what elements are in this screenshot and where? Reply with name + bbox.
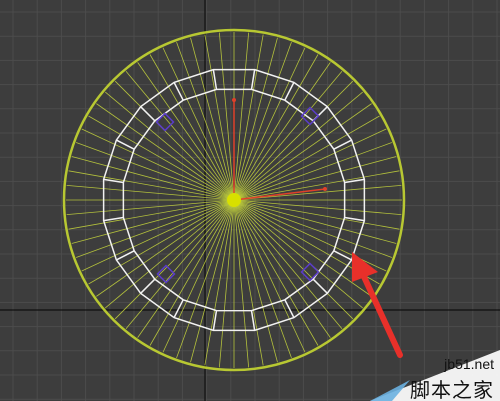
radial-spoke (66, 184, 235, 201)
radial-spoke (71, 156, 235, 201)
radial-spoke (162, 47, 235, 201)
radial-spoke (233, 128, 387, 201)
radial-spoke (66, 199, 235, 216)
radial-spoke (233, 32, 250, 201)
polygon-segment-edge (333, 139, 352, 150)
radial-spoke (233, 156, 397, 201)
polygon-segment-edge (140, 278, 156, 294)
vertex-marker[interactable] (155, 112, 175, 132)
viewport-canvas[interactable] (0, 0, 500, 401)
radial-spoke (233, 199, 387, 272)
radial-spoke (162, 199, 235, 353)
watermark-url: jb51.net (444, 356, 494, 372)
gizmo-y-handle[interactable] (232, 98, 236, 102)
watermark-name: 脚本之家 (410, 378, 494, 401)
radial-spoke (233, 37, 278, 201)
gizmo-center[interactable] (227, 193, 241, 207)
grid (0, 0, 500, 401)
gizmo-x-handle[interactable] (323, 187, 327, 191)
radial-spoke (71, 199, 235, 244)
radial-spoke (233, 199, 250, 368)
polygon-segment-edge (312, 278, 328, 294)
watermark: jb51.net 脚本之家 (370, 350, 500, 401)
polygon-segment-edge (116, 250, 135, 261)
radial-spoke (233, 199, 278, 363)
polygon-segment-edge (333, 250, 352, 261)
radial-spoke (190, 37, 235, 201)
polygon-segment-edge (116, 139, 135, 150)
radial-spoke (233, 47, 306, 201)
radial-spoke (190, 199, 235, 363)
radial-spoke (218, 199, 235, 368)
radial-spoke (218, 32, 235, 201)
radial-spoke (233, 199, 397, 244)
radial-spoke (233, 199, 306, 353)
viewport-top[interactable]: jb51.net 脚本之家 (0, 0, 500, 401)
